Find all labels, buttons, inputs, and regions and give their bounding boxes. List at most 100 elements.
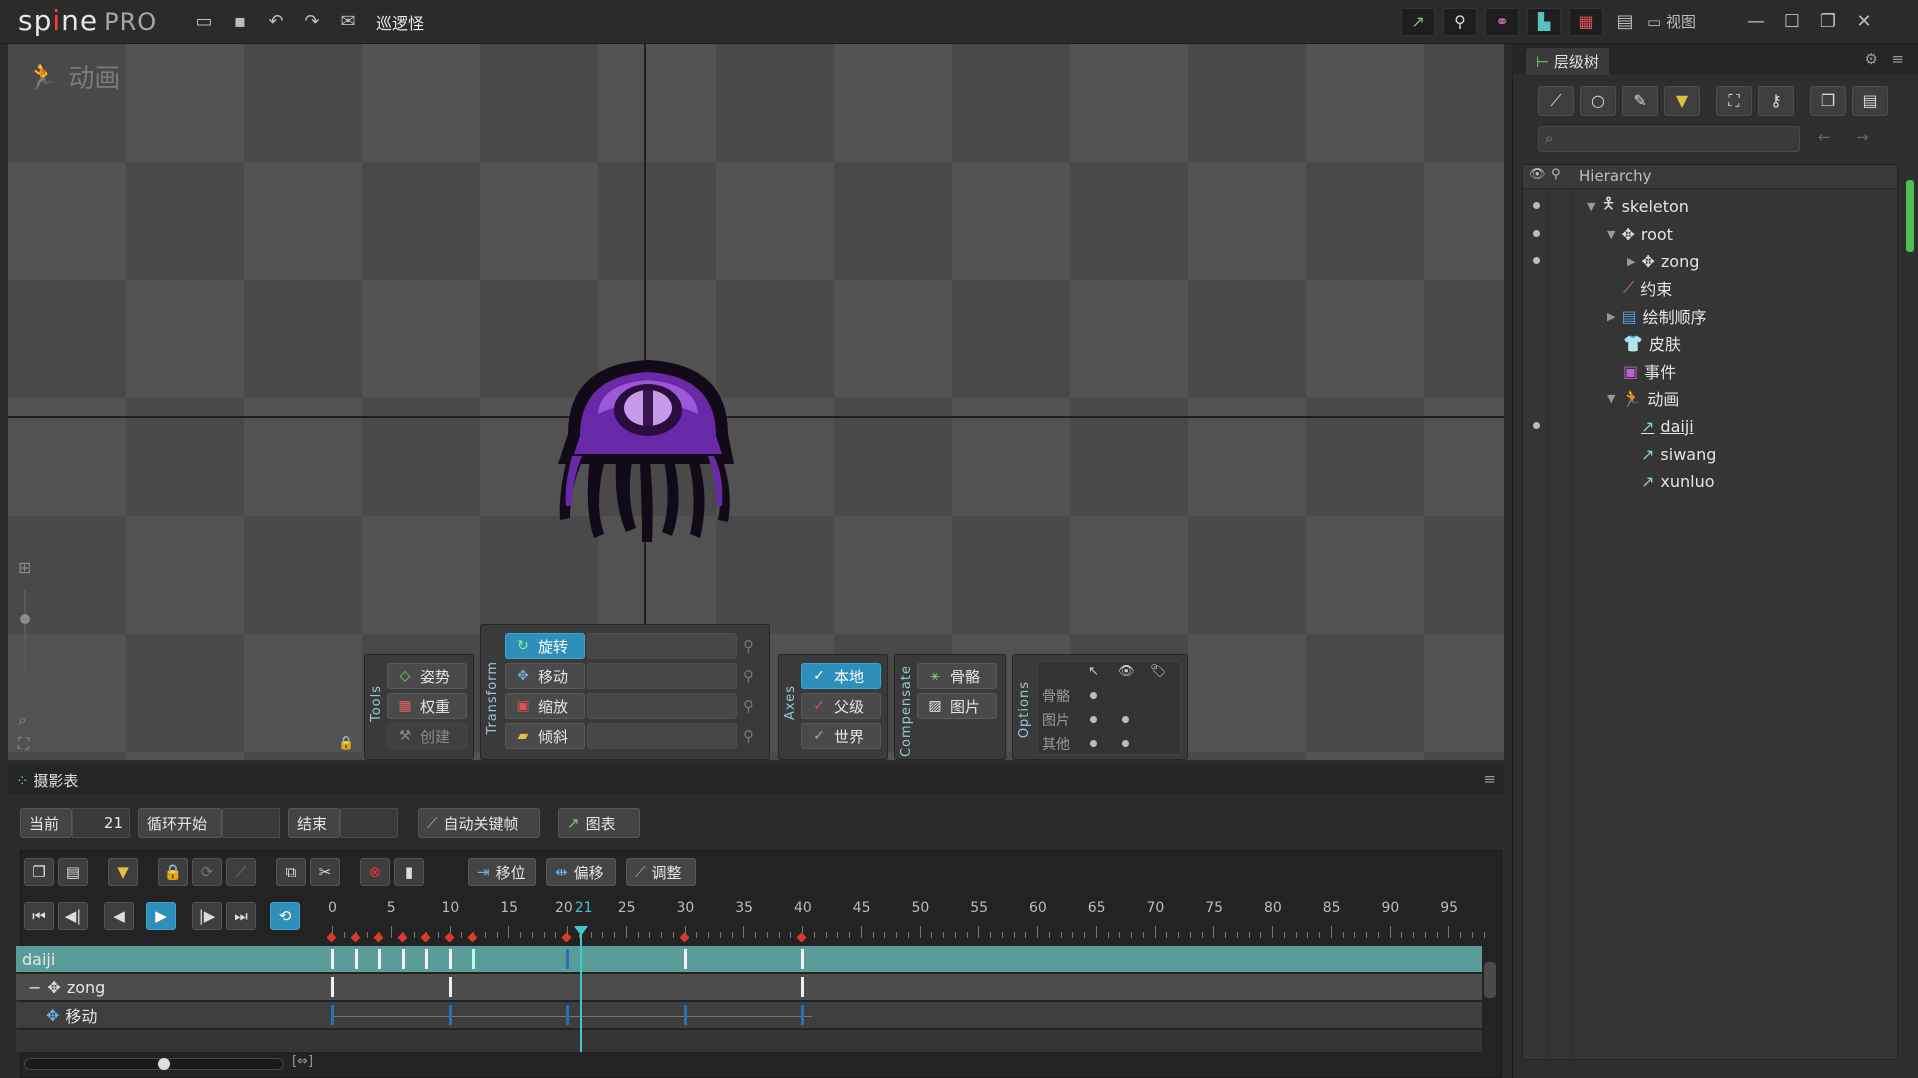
tab-hierarchy[interactable]: ⊢ 层级树 (1526, 48, 1609, 75)
copy-keys-icon[interactable]: ❐ (24, 858, 54, 886)
circle-tool-icon[interactable]: ○ (1580, 86, 1616, 116)
rotate-key-icon[interactable]: ⚲ (743, 637, 754, 655)
rotate-value[interactable] (587, 633, 737, 659)
end-button[interactable]: 结束 (288, 808, 340, 838)
track-row-daiji[interactable] (16, 946, 1482, 972)
tree-scrollbar[interactable] (1906, 180, 1914, 252)
track-row-more[interactable] (16, 1030, 1482, 1052)
others-select-toggle[interactable] (1090, 740, 1097, 747)
loop-start-button[interactable]: 循环开始 (138, 808, 222, 838)
weights-button[interactable]: ▦ 权重 (387, 693, 467, 719)
collapse-icon[interactable]: ▶ (1627, 255, 1635, 268)
parent-axes-button[interactable]: ✓ 父级 (801, 693, 881, 719)
minimize-icon[interactable]: — (1742, 8, 1770, 36)
paste-keys-icon[interactable]: ▤ (58, 858, 88, 886)
keyframe[interactable] (331, 1005, 334, 1025)
tree-item-skins[interactable]: 👕 皮肤 (1623, 330, 1681, 356)
first-frame-icon[interactable]: ⏮ (24, 902, 54, 930)
play-reverse-icon[interactable]: ◀ (104, 902, 134, 930)
bone-tool-icon[interactable]: ⟋ (1538, 86, 1574, 116)
delete-keys-icon[interactable]: ⊗ (360, 858, 390, 886)
keyframe[interactable] (472, 949, 475, 969)
expand-icon[interactable]: ▼ (1587, 200, 1595, 213)
viewport[interactable]: 🏃 动画 ⊞ ⌕ ⛶ 🔒 Tools ◇ 姿势 ▦ 权重 ⚒ 创建 Transform … (8, 44, 1504, 760)
save-icon[interactable]: ▪ (226, 8, 254, 36)
translate-value[interactable] (587, 663, 737, 689)
keyframe[interactable] (331, 949, 334, 969)
keyframe[interactable] (354, 949, 358, 969)
translate-button[interactable]: ✥ 移动 (505, 663, 585, 689)
auto-key-button[interactable]: ⟋ 自动关键帧 (418, 808, 540, 838)
key-tool-icon[interactable]: ⟋ (226, 858, 256, 886)
redo-icon[interactable]: ↷ (298, 8, 326, 36)
playhead-marker[interactable] (574, 926, 588, 936)
keyframe[interactable] (683, 1005, 687, 1025)
lock-icon[interactable]: 🔒 (338, 736, 354, 751)
cut-keys-icon[interactable]: ✂ (310, 858, 340, 886)
visibility-dot-root[interactable] (1533, 230, 1540, 237)
tree-item-xunluo[interactable]: ↗ xunluo (1641, 468, 1715, 494)
keyframe[interactable] (801, 1005, 804, 1025)
maximize-icon[interactable]: ☐ (1778, 8, 1806, 36)
keyframe[interactable] (801, 949, 804, 969)
end-value[interactable] (340, 808, 398, 838)
images-select-toggle[interactable] (1090, 716, 1097, 723)
keyframe[interactable] (566, 949, 569, 969)
copy-icon[interactable]: ❐ (1810, 86, 1846, 116)
filter-icon[interactable]: ▼ (1664, 86, 1700, 116)
menu-icon[interactable]: ≡ (1891, 50, 1904, 68)
clear-keys-icon[interactable]: ▮ (394, 858, 424, 886)
hierarchy-search-input[interactable]: ⌕ (1538, 126, 1800, 152)
keyframe[interactable] (378, 949, 381, 969)
key-loop-icon[interactable]: ⟳ (192, 858, 222, 886)
grid-icon[interactable]: ⊞ (18, 558, 31, 577)
last-frame-icon[interactable]: ⏭ (226, 902, 256, 930)
expand-icon[interactable]: ▼ (1607, 228, 1615, 241)
restore-icon[interactable]: ❐ (1814, 8, 1842, 36)
pose-icon[interactable]: ⚲ (1443, 8, 1478, 36)
scale-key-icon[interactable]: ⚲ (743, 697, 754, 715)
compensate-images-button[interactable]: ▨ 图片 (917, 693, 997, 719)
keyframe[interactable] (401, 949, 405, 969)
bones-select-toggle[interactable] (1090, 692, 1097, 699)
bone-view-icon[interactable]: ⚭ (1485, 8, 1520, 36)
tree-item-animations[interactable]: ▼ 🏃 动画 (1607, 385, 1679, 411)
key-filter-icon[interactable]: ▼ (108, 858, 138, 886)
tree-item-constraints[interactable]: ⟋ 约束 (1623, 275, 1672, 301)
pen-tool-icon[interactable]: ✎ (1622, 86, 1658, 116)
close-icon[interactable]: ✕ (1850, 8, 1878, 36)
track-row-zong[interactable] (16, 974, 1482, 1000)
track-scrollbar[interactable] (1484, 962, 1496, 998)
shear-value[interactable] (587, 723, 737, 749)
settings-icon[interactable]: ⚙ (1865, 50, 1878, 68)
graph-button[interactable]: ↗ 图表 (558, 808, 640, 838)
chart-icon[interactable]: ▙ (1527, 8, 1562, 36)
images-visibility-toggle[interactable] (1122, 716, 1129, 723)
print-icon[interactable]: ▤ (1611, 8, 1639, 36)
graph-view-icon[interactable]: ↗ (1401, 8, 1436, 36)
pose-button[interactable]: ◇ 姿势 (387, 663, 467, 689)
keyframe[interactable] (683, 949, 687, 969)
keyframe[interactable] (801, 977, 804, 997)
prev-arrow-icon[interactable]: ← (1818, 128, 1831, 146)
duplicate-keys-icon[interactable]: ⧉ (276, 858, 306, 886)
tree-item-skeleton[interactable]: ▼ 🯅 skeleton (1587, 193, 1689, 219)
prev-key-icon[interactable]: ◀| (58, 902, 88, 930)
collapse-icon[interactable]: ▶ (1607, 310, 1615, 323)
frame-icon[interactable]: ⛶ (1716, 86, 1752, 116)
play-icon[interactable]: ▶ (146, 902, 176, 930)
current-frame-value[interactable]: 21 (72, 808, 130, 838)
fit-view-icon[interactable]: ⛶ (18, 734, 29, 754)
tree-item-root[interactable]: ▼ ✥ root (1607, 221, 1673, 247)
shear-key-icon[interactable]: ⚲ (743, 727, 754, 745)
local-axes-button[interactable]: ✓ 本地 (801, 663, 881, 689)
dopesheet-menu-icon[interactable]: ≡ (1483, 770, 1496, 788)
offset-button[interactable]: ⇹ 偏移 (546, 858, 616, 886)
adjust-button[interactable]: ⟋ 调整 (626, 858, 696, 886)
keyframe[interactable] (448, 949, 452, 969)
tab-dopesheet[interactable]: ⁘ 摄影表 (16, 770, 78, 791)
keyframe[interactable] (425, 949, 428, 969)
monster-sprite[interactable] (528, 324, 768, 564)
keyframe[interactable] (448, 1005, 452, 1025)
scale-value[interactable] (587, 693, 737, 719)
